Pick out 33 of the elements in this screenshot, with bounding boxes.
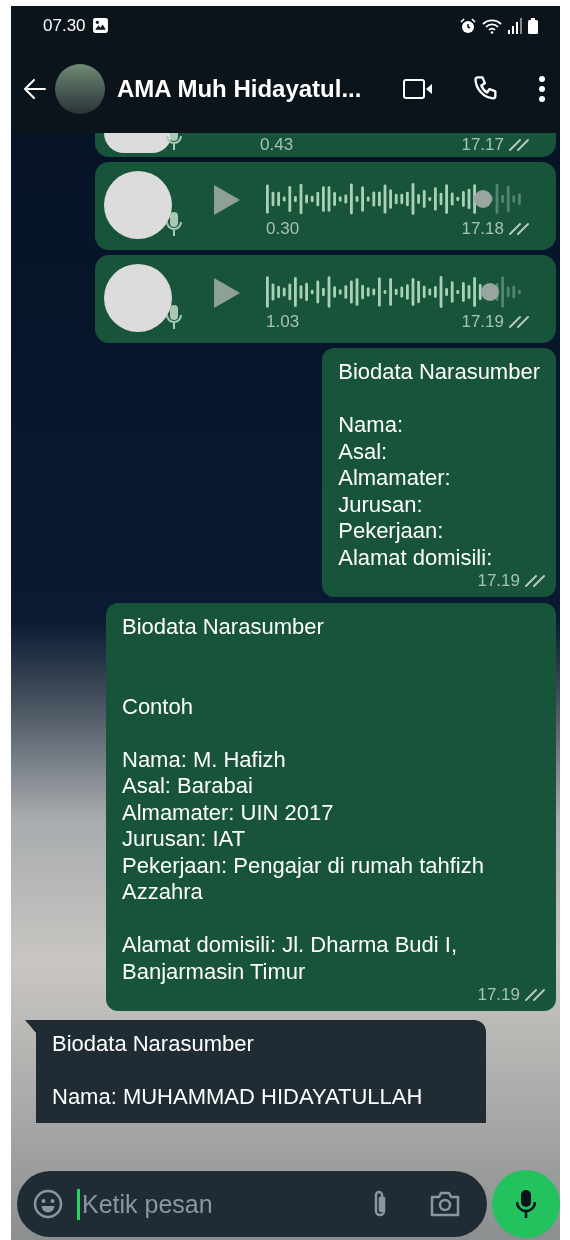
emoji-icon[interactable] — [33, 1189, 63, 1219]
signal-icon — [508, 17, 522, 34]
sender-photo — [104, 133, 172, 153]
message-time: 17.19 — [477, 571, 520, 591]
message-text: Biodata Narasumber Nama: Asal: Almamater: Jurusan: Pekerjaan: Alamat domisili: — [338, 359, 540, 571]
contact-name[interactable]: AMA Muh Hidayatul... — [117, 75, 362, 103]
message-time: 17.19 — [477, 985, 520, 1005]
wifi-icon — [482, 17, 502, 34]
playback-handle[interactable] — [481, 283, 500, 301]
microphone-icon — [166, 304, 182, 330]
voice-duration: 0.43 — [260, 135, 294, 155]
message-text: Biodata Narasumber Contoh Nama: M. Hafizh Asal: Barabai Almamater: UIN 2017 Jurusan: IAT Pekerjaan: Pengajar di rumah tahfizh Azzahra Alamat domisili: Jl. Dharma Budi I, Banjarmasin Timur — [122, 614, 485, 985]
battery-icon — [528, 17, 538, 34]
menu-icon[interactable] — [538, 76, 546, 102]
back-arrow-icon[interactable] — [23, 78, 47, 100]
play-icon[interactable] — [212, 184, 242, 216]
message-time: 17.18 — [461, 219, 504, 239]
camera-icon[interactable] — [429, 1190, 461, 1218]
voice-duration: 1.03 — [266, 312, 300, 332]
image-icon — [91, 17, 109, 34]
video-call-icon[interactable] — [402, 77, 434, 101]
message-time: 17.17 — [461, 135, 504, 155]
microphone-icon — [166, 211, 182, 237]
voice-duration: 0.30 — [266, 219, 300, 239]
message-field[interactable]: Ketik pesan — [17, 1171, 487, 1237]
microphone-icon — [516, 1189, 536, 1219]
clock-time: 07.30 — [43, 15, 86, 36]
message-text: Biodata Narasumber Nama: MUHAMMAD HIDAYATULLAH — [52, 1031, 424, 1111]
alarm-icon — [460, 17, 476, 34]
message-time: 17.19 — [461, 312, 504, 332]
message-input-field[interactable]: Ketik pesan — [77, 1188, 355, 1220]
play-icon[interactable] — [212, 277, 242, 309]
contact-avatar[interactable] — [55, 64, 105, 114]
